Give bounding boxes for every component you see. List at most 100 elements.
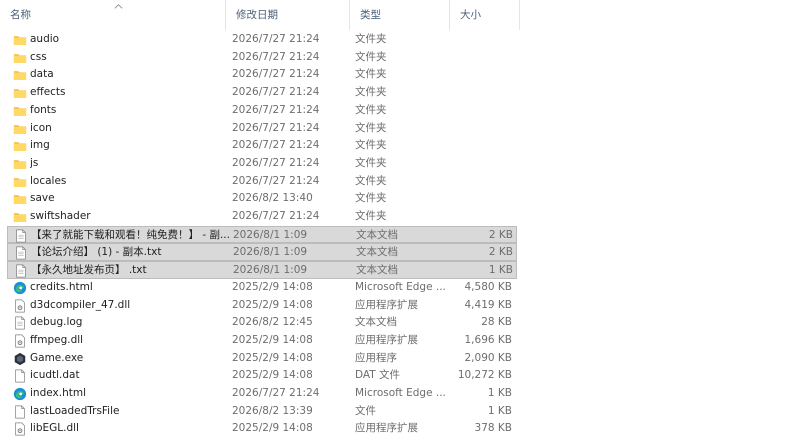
column-header-size[interactable]: 大小: [450, 0, 520, 30]
file-type: 文本文档: [356, 264, 398, 277]
file-row[interactable]: data 2026/7/27 21:24 文件夹: [7, 66, 517, 84]
file-type: 文件夹: [355, 192, 387, 205]
file-row[interactable]: index.html 2026/7/27 21:24 Microsoft Edge …: [7, 385, 517, 403]
file-modified-date: 2026/8/1 1:09: [233, 246, 308, 259]
file-size: 4,580 KB: [464, 280, 513, 293]
file-size: 28 KB: [481, 316, 512, 329]
file-size: 2 KB: [488, 228, 513, 241]
file-type: 文件夹: [355, 50, 387, 63]
file-type: 文件夹: [355, 86, 387, 99]
file-type: 应用程序扩展: [355, 422, 418, 435]
file-type: 文件夹: [355, 121, 387, 134]
file-modified-date: 2026/8/1 1:09: [233, 228, 308, 241]
file-size: 2 KB: [488, 246, 513, 259]
file-modified-date: 2026/7/27 21:24: [232, 50, 320, 63]
file-row[interactable]: credits.html 2025/2/9 14:08 Microsoft Edge…: [7, 279, 517, 297]
folder-icon: [13, 104, 27, 118]
column-header-date[interactable]: 修改日期: [226, 0, 350, 30]
file-row[interactable]: locales 2026/7/27 21:24 文件夹: [7, 173, 517, 191]
file-name: d3dcompiler_47.dll: [30, 298, 131, 311]
file-row[interactable]: d3dcompiler_47.dll 2025/2/9 14:08 应用程序扩展 4,…: [7, 297, 517, 315]
file-size: 1 KB: [488, 264, 513, 277]
file-size: 378 KB: [474, 422, 512, 435]
file-row[interactable]: save 2026/8/2 13:40 文件夹: [7, 190, 517, 208]
edge-html-icon: [13, 281, 27, 295]
folder-icon: [13, 86, 27, 100]
file-row[interactable]: Game.exe 2025/2/9 14:08 应用程序 2,090 KB: [7, 350, 517, 368]
file-type: 应用程序扩展: [355, 298, 418, 311]
folder-icon: [13, 210, 27, 224]
file-modified-date: 2026/8/2 13:39: [232, 404, 313, 417]
file-row[interactable]: libEGL.dll 2025/2/9 14:08 应用程序扩展 378 KB: [7, 420, 517, 438]
file-name: save: [30, 192, 55, 205]
file-size: 1,696 KB: [464, 333, 513, 346]
file-row[interactable]: img 2026/7/27 21:24 文件夹: [7, 137, 517, 155]
file-name: debug.log: [30, 316, 83, 329]
folder-icon: [13, 68, 27, 82]
column-header-name-label: 名称: [10, 9, 31, 21]
file-modified-date: 2026/7/27 21:24: [232, 139, 320, 152]
edge-html-icon: [13, 387, 27, 401]
file-name: icudtl.dat: [30, 369, 80, 382]
file-modified-date: 2025/2/9 14:08: [232, 422, 313, 435]
game-exe-icon: [13, 352, 27, 366]
file-row[interactable]: icon 2026/7/27 21:24 文件夹: [7, 120, 517, 138]
file-name: ffmpeg.dll: [30, 333, 84, 346]
file-name: index.html: [30, 387, 86, 399]
column-header-name[interactable]: 名称: [0, 0, 226, 30]
file-row[interactable]: 【永久地址发布页】 .txt 2026/8/1 1:09 文本文档 1 KB: [7, 261, 517, 279]
file-row[interactable]: lastLoadedTrsFile 2026/8/2 13:39 文件 1 KB: [7, 403, 517, 421]
file-type: 文件夹: [355, 33, 387, 45]
file-modified-date: 2026/8/2 12:45: [232, 316, 313, 329]
file-row[interactable]: icudtl.dat 2025/2/9 14:08 DAT 文件 10,272 KB: [7, 367, 517, 385]
file-name: 【永久地址发布页】 .txt: [31, 264, 147, 277]
file-type: 文件: [355, 404, 376, 417]
file-row[interactable]: swiftshader 2026/7/27 21:24 文件夹: [7, 208, 517, 226]
file-modified-date: 2026/7/27 21:24: [232, 210, 320, 222]
folder-icon: [13, 122, 27, 136]
file-row[interactable]: audio 2026/7/27 21:24 文件夹: [7, 31, 517, 49]
file-modified-date: 2026/7/27 21:24: [232, 121, 320, 134]
blank-file-icon: [13, 369, 27, 383]
file-type: DAT 文件: [355, 369, 401, 382]
column-header-size-label: 大小: [460, 9, 481, 21]
text-file-icon: [14, 264, 28, 278]
file-type: 应用程序: [355, 351, 397, 364]
file-name: audio: [30, 33, 60, 45]
file-size: 1 KB: [487, 404, 512, 417]
file-type: 文件夹: [355, 210, 387, 222]
file-row[interactable]: css 2026/7/27 21:24 文件夹: [7, 49, 517, 67]
column-header-type-label: 类型: [360, 9, 381, 21]
file-type: Microsoft Edge ...: [355, 387, 446, 399]
sort-ascending-icon: [114, 4, 123, 9]
file-name: data: [30, 68, 54, 81]
column-header-type[interactable]: 类型: [350, 0, 450, 30]
file-type: 文件夹: [355, 156, 387, 169]
file-modified-date: 2026/7/27 21:24: [232, 174, 320, 187]
file-row[interactable]: effects 2026/7/27 21:24 文件夹: [7, 84, 517, 102]
file-row[interactable]: fonts 2026/7/27 21:24 文件夹: [7, 102, 517, 120]
file-modified-date: 2026/8/1 1:09: [233, 264, 308, 277]
file-row[interactable]: debug.log 2026/8/2 12:45 文本文档 28 KB: [7, 314, 517, 332]
folder-icon: [13, 157, 27, 171]
file-modified-date: 2026/7/27 21:24: [232, 68, 320, 81]
folder-icon: [13, 192, 27, 206]
file-name: 【论坛介绍】 (1) - 副本.txt: [31, 246, 162, 259]
file-row[interactable]: 【论坛介绍】 (1) - 副本.txt 2026/8/1 1:09 文本文档 2 KB: [7, 243, 517, 262]
file-modified-date: 2026/7/27 21:24: [232, 387, 320, 399]
file-type: 文本文档: [356, 228, 398, 241]
file-row[interactable]: 【来了就能下载和观看！纯免费！】 - 副... 2026/8/1 1:09 文本文档…: [7, 225, 517, 244]
file-name: libEGL.dll: [30, 422, 79, 435]
file-type: Microsoft Edge ...: [355, 280, 446, 293]
file-size: 2,090 KB: [464, 351, 513, 364]
file-modified-date: 2026/7/27 21:24: [232, 33, 320, 45]
file-modified-date: 2025/2/9 14:08: [232, 351, 313, 364]
file-name: img: [30, 139, 50, 152]
file-size: 10,272 KB: [457, 369, 512, 382]
file-modified-date: 2026/8/2 13:40: [232, 192, 313, 205]
folder-icon: [13, 33, 27, 47]
file-row[interactable]: ffmpeg.dll 2025/2/9 14:08 应用程序扩展 1,696 KB: [7, 332, 517, 350]
file-row[interactable]: js 2026/7/27 21:24 文件夹: [7, 155, 517, 173]
file-name: icon: [30, 121, 52, 134]
dll-file-icon: [13, 334, 27, 348]
